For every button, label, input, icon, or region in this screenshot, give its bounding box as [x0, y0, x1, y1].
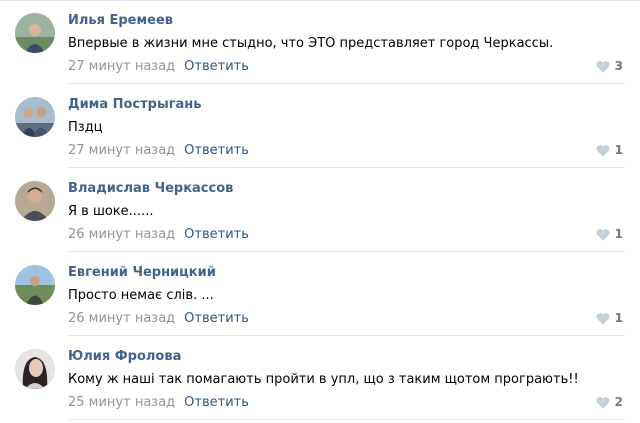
comment-meta: 26 минут назад Ответить	[68, 311, 249, 326]
heart-icon	[596, 228, 610, 240]
comment-item: Юлия Фролова Кому ж наші так помагають п…	[0, 336, 640, 420]
comment-meta: 27 минут назад Ответить	[68, 59, 249, 74]
heart-icon	[596, 396, 610, 408]
comment-text: Кому ж наші так помагають пройти в упл, …	[68, 372, 579, 387]
comment-item: Илья Еремеев Впервые в жизни мне стыдно,…	[0, 0, 640, 84]
comment-text: Пздц	[68, 120, 103, 135]
reply-button[interactable]: Ответить	[184, 227, 249, 242]
comment-item: Евгений Черницкий Просто немає слів. ...…	[0, 252, 640, 336]
comment-author[interactable]: Евгений Черницкий	[68, 265, 216, 280]
reply-button[interactable]: Ответить	[184, 59, 249, 74]
comment-item: Дима Пострыгань Пздц 27 минут назад Ответ…	[0, 84, 640, 168]
heart-icon	[596, 144, 610, 156]
like-button[interactable]: 1	[596, 143, 623, 157]
like-count: 1	[614, 227, 623, 241]
comment-item: Владислав Черкассов Я в шоке...... 26 ми…	[0, 168, 640, 252]
like-count: 1	[614, 311, 623, 325]
heart-icon	[596, 60, 610, 72]
like-count: 2	[614, 395, 623, 409]
comment-text: Впервые в жизни мне стыдно, что ЭТО пред…	[68, 36, 554, 51]
avatar[interactable]	[15, 181, 55, 221]
like-button[interactable]: 3	[596, 59, 623, 73]
like-count: 1	[614, 143, 623, 157]
like-count: 3	[614, 59, 623, 73]
comment-author[interactable]: Дима Пострыгань	[68, 97, 202, 112]
like-button[interactable]: 1	[596, 311, 623, 325]
comment-divider	[68, 419, 625, 420]
comment-text: Просто немає слів. ...	[68, 288, 214, 303]
comment-time[interactable]: 27 минут назад	[68, 59, 175, 74]
comment-time[interactable]: 26 минут назад	[68, 227, 175, 242]
heart-icon	[596, 312, 610, 324]
comment-time[interactable]: 26 минут назад	[68, 311, 175, 326]
comment-author[interactable]: Владислав Черкассов	[68, 181, 233, 196]
comment-meta: 25 минут назад Ответить	[68, 395, 249, 410]
reply-button[interactable]: Ответить	[184, 395, 249, 410]
comment-time[interactable]: 25 минут назад	[68, 395, 175, 410]
reply-button[interactable]: Ответить	[184, 143, 249, 158]
avatar[interactable]	[15, 97, 55, 137]
comment-author[interactable]: Юлия Фролова	[68, 349, 181, 364]
avatar[interactable]	[15, 349, 55, 389]
comment-meta: 27 минут назад Ответить	[68, 143, 249, 158]
avatar[interactable]	[15, 265, 55, 305]
avatar[interactable]	[15, 13, 55, 53]
like-button[interactable]: 2	[596, 395, 623, 409]
like-button[interactable]: 1	[596, 227, 623, 241]
comment-text: Я в шоке......	[68, 204, 154, 219]
comments-list: Илья Еремеев Впервые в жизни мне стыдно,…	[0, 0, 640, 420]
reply-button[interactable]: Ответить	[184, 311, 249, 326]
comment-meta: 26 минут назад Ответить	[68, 227, 249, 242]
comment-author[interactable]: Илья Еремеев	[68, 13, 173, 28]
comment-time[interactable]: 27 минут назад	[68, 143, 175, 158]
